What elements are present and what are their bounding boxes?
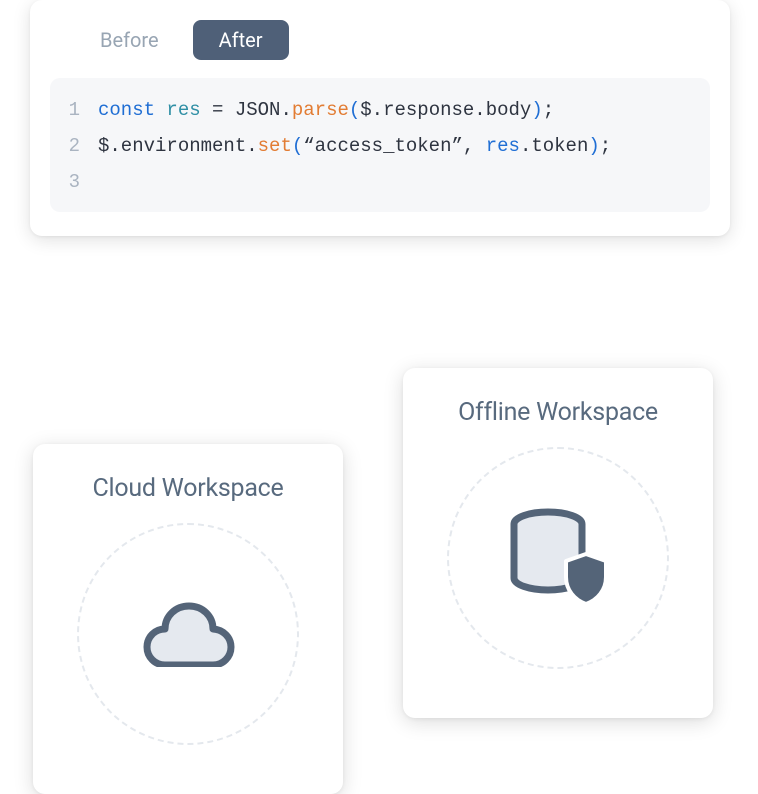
cloud-icon <box>139 601 237 667</box>
offline-workspace-circle <box>447 447 669 669</box>
code-text: $.environment.set(“access_token”, res.to… <box>98 128 611 164</box>
line-number: 2 <box>62 128 80 164</box>
code-card: Before After 1 const res = JSON.parse($.r… <box>30 0 730 236</box>
tabs: Before After <box>74 20 710 60</box>
code-text: const res = JSON.parse($.response.body); <box>98 92 554 128</box>
code-line: 2 $.environment.set(“access_token”, res.t… <box>62 128 698 164</box>
code-block: 1 const res = JSON.parse($.response.body)… <box>50 78 710 212</box>
line-number: 1 <box>62 92 80 128</box>
cloud-workspace-circle <box>77 523 299 745</box>
code-line: 1 const res = JSON.parse($.response.body)… <box>62 92 698 128</box>
offline-workspace-title: Offline Workspace <box>458 398 658 427</box>
tab-after[interactable]: After <box>193 20 289 60</box>
offline-workspace-card[interactable]: Offline Workspace <box>403 368 713 718</box>
tab-before[interactable]: Before <box>74 20 185 60</box>
code-line: 3 <box>62 164 698 200</box>
cloud-workspace-title: Cloud Workspace <box>92 474 283 503</box>
line-number: 3 <box>62 164 80 200</box>
cloud-workspace-card[interactable]: Cloud Workspace <box>33 444 343 794</box>
database-shield-icon <box>504 508 612 608</box>
